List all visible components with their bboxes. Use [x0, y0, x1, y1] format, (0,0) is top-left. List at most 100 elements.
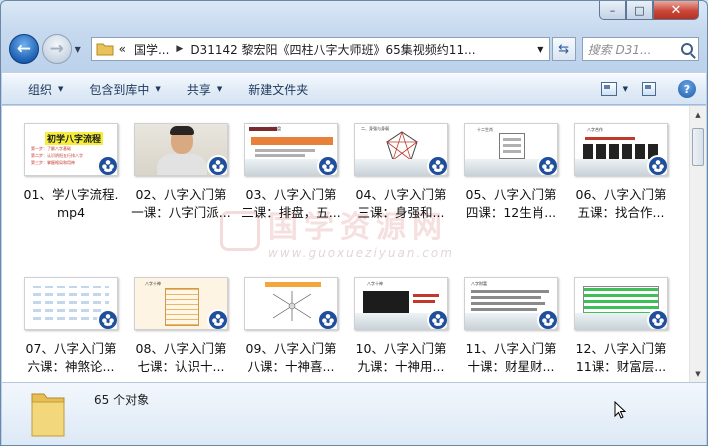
chevron-down-icon: ▼	[216, 85, 223, 93]
video-thumbnail	[574, 277, 668, 330]
video-reel-icon	[427, 309, 447, 329]
file-name: 10、八字入门第 九课：十神用...	[355, 341, 447, 374]
file-item[interactable]: 八字十神 10、八字入门第 九课：十神用...	[346, 273, 456, 382]
organize-menu[interactable]: 组织 ▼	[28, 81, 63, 98]
file-list: 国学资源网 www.guoxueziyuan.com 初学八字流程 第一步：了解…	[2, 106, 706, 382]
video-reel-icon	[647, 309, 667, 329]
vertical-scrollbar[interactable]: ▲ ▼	[689, 106, 706, 382]
change-view-icon[interactable]	[600, 82, 617, 96]
breadcrumb-overflow[interactable]: «	[119, 42, 126, 56]
video-reel-icon	[317, 155, 337, 175]
forward-arrow-icon[interactable]: →	[41, 34, 72, 64]
thumb-banner	[265, 282, 321, 287]
recent-pages-dropdown-icon[interactable]: ▼	[75, 45, 85, 54]
search-icon[interactable]	[680, 43, 693, 55]
file-name: 03、八字入门第 二课：排盘，五...	[241, 187, 341, 220]
file-item[interactable]: 09、八字入门第 八课：十神喜...	[236, 273, 346, 382]
preview-pane-icon[interactable]	[642, 82, 656, 96]
minimize-button[interactable]: –	[599, 1, 626, 20]
caption-buttons: – □ ✕	[599, 1, 699, 20]
thumb-line: 第三步：掌握格局和用神	[31, 160, 75, 165]
item-count: 65 个对象	[94, 393, 150, 407]
video-reel-icon	[427, 155, 447, 175]
view-options-dropdown-icon[interactable]: ▼	[623, 85, 628, 93]
folder-icon	[96, 43, 114, 56]
video-thumbnail	[24, 277, 118, 330]
maximize-button[interactable]: □	[626, 1, 653, 20]
file-name: 01、学八字流程. mp4	[23, 187, 119, 220]
share-label: 共享	[186, 82, 211, 97]
thumb-line: 第二步：认识阴阳五行排八字	[31, 153, 83, 158]
back-arrow-icon[interactable]: ←	[9, 34, 39, 64]
file-name: 06、八字入门第 五课：找合作...	[575, 187, 667, 220]
folder-icon	[31, 393, 65, 437]
ten-gods-diagram	[272, 291, 312, 321]
address-bar[interactable]: « 国学... ▶ D31142 黎宏阳《四柱八字大师班》65集视频约11...…	[90, 37, 550, 61]
video-reel-icon	[647, 155, 667, 175]
thumb-title: 初学八字流程	[45, 132, 104, 145]
video-thumbnail	[244, 277, 338, 330]
file-item[interactable]: 12、八字入门第 11课：财富层...	[566, 273, 676, 382]
refresh-icon[interactable]: ⇆	[551, 37, 576, 61]
file-item[interactable]: 初学八字流程 第一步：了解八字基础 第二步：认识阴阳五行排八字 第三步：掌握格局…	[16, 119, 126, 259]
file-item[interactable]: 一、八字排盘 03、八字入门第二课：排盘，五...	[236, 119, 346, 259]
thumb-line: 第一步：了解八字基础	[31, 146, 71, 151]
file-name: 04、八字入门第 三课：身强和...	[355, 187, 447, 220]
file-item[interactable]: 八字十神 08、八字入门第 七课：认识十...	[126, 273, 236, 382]
view-controls: ▼ ?	[600, 80, 696, 98]
video-reel-icon	[207, 155, 227, 175]
file-name: 12、八字入门第 11课：财富层...	[575, 341, 667, 374]
file-name: 09、八字入门第 八课：十神喜...	[245, 341, 337, 374]
explorer-window: – □ ✕ ← → ▼ « 国学... ▶ D31142 黎宏阳《四柱八字大师班…	[0, 0, 708, 446]
file-name: 07、八字入门第 六课：神煞论...	[25, 341, 117, 374]
five-elements-diagram	[385, 130, 419, 162]
scroll-up-icon[interactable]: ▲	[690, 106, 706, 123]
file-item[interactable]: 八字财富 11、八字入门第 十课：财星财...	[456, 273, 566, 382]
include-library-label: 包含到库中	[89, 82, 150, 97]
file-item[interactable]: 八字合作 06、八字入门第 五课：找合作...	[566, 119, 676, 259]
thumb-title: 十二生肖	[477, 127, 493, 132]
presenter-hair	[170, 126, 194, 135]
thumb-table	[363, 291, 409, 315]
new-folder-label: 新建文件夹	[248, 82, 309, 97]
new-folder-button[interactable]: 新建文件夹	[248, 81, 308, 98]
organize-label: 组织	[28, 82, 53, 97]
breadcrumb-item-current[interactable]: D31142 黎宏阳《四柱八字大师班》65集视频约11...	[190, 41, 475, 58]
scrollbar-thumb[interactable]	[692, 128, 704, 166]
file-item[interactable]: 二、身强与身弱 04、八字入门第 三课：身强和...	[346, 119, 456, 259]
video-reel-icon	[537, 155, 557, 175]
include-in-library-menu[interactable]: 包含到库中 ▼	[89, 81, 160, 98]
thumb-banner	[251, 137, 333, 145]
file-item[interactable]: 十二生肖 05、八字入门第 四课：12生肖...	[456, 119, 566, 259]
video-reel-icon	[97, 309, 117, 329]
video-reel-icon	[97, 155, 117, 175]
command-bar: 组织 ▼ 包含到库中 ▼ 共享 ▼ 新建文件夹 ▼ ?	[2, 73, 706, 105]
video-reel-icon	[537, 309, 557, 329]
help-icon[interactable]: ?	[678, 80, 696, 98]
thumb-table	[583, 286, 659, 316]
chevron-down-icon: ▼	[58, 85, 64, 93]
video-thumbnail: 八字合作	[574, 123, 668, 176]
video-thumbnail: 八字财富	[464, 277, 558, 330]
presenter-body	[157, 154, 207, 175]
scroll-down-icon[interactable]: ▼	[690, 365, 706, 382]
file-name: 11、八字入门第 十课：财星财...	[465, 341, 557, 374]
details-pane: 65 个对象	[2, 382, 706, 445]
close-button[interactable]: ✕	[653, 1, 699, 20]
file-item[interactable]: 02、八字入门第 一课：八字门派...	[126, 119, 236, 259]
file-grid: 初学八字流程 第一步：了解八字基础 第二步：认识阴阳五行排八字 第三步：掌握格局…	[16, 119, 676, 382]
file-name: 02、八字入门第 一课：八字门派...	[131, 187, 231, 220]
thumb-title: 八字合作	[587, 127, 603, 132]
file-name: 08、八字入门第 七课：认识十...	[135, 341, 227, 374]
video-thumbnail: 二、身强与身弱	[354, 123, 448, 176]
breadcrumb-item-guoxue[interactable]: 国学...	[134, 41, 169, 58]
video-reel-icon	[317, 309, 337, 329]
search-input[interactable]: 搜索 D31...	[581, 37, 699, 61]
chevron-down-icon: ▼	[155, 85, 161, 93]
mouse-cursor-icon	[614, 401, 626, 419]
breadcrumb-separator-icon[interactable]: ▶	[176, 44, 183, 54]
file-item[interactable]: 07、八字入门第 六课：神煞论...	[16, 273, 126, 382]
share-menu[interactable]: 共享 ▼	[187, 81, 222, 98]
address-dropdown-icon[interactable]: ▼	[530, 38, 549, 60]
thumb-grid	[583, 144, 659, 160]
